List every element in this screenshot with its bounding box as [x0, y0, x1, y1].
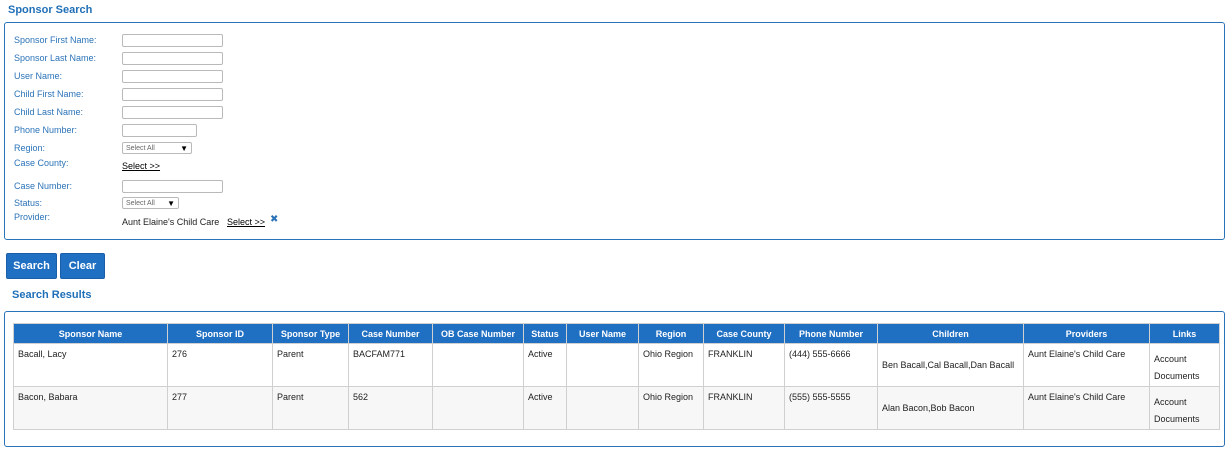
region-label: Region:	[14, 143, 46, 153]
status-selected-value: Select All	[126, 199, 155, 207]
cell-phone-number: (444) 555-6666	[784, 343, 878, 387]
cell-ob-case-number	[432, 386, 524, 430]
cell-ob-case-number	[432, 343, 524, 387]
results-panel: Sponsor Name Sponsor ID Sponsor Type Cas…	[4, 311, 1225, 447]
column-header-case-county[interactable]: Case County	[703, 323, 785, 344]
chevron-down-icon: ▼	[180, 144, 188, 153]
cell-phone-number: (555) 555-5555	[784, 386, 878, 430]
cell-status: Active	[523, 343, 567, 387]
table-row[interactable]: Bacall, Lacy 276 Parent BACFAM771 Active…	[13, 343, 1220, 387]
cell-case-number: BACFAM771	[348, 343, 433, 387]
region-select[interactable]: Select All ▼	[122, 142, 192, 154]
table-row[interactable]: Bacon, Babara 277 Parent 562 Active Ohio…	[13, 386, 1220, 430]
search-panel: Sponsor First Name: Sponsor Last Name: U…	[4, 22, 1225, 240]
provider-value: Aunt Elaine's Child Care	[122, 217, 220, 227]
sponsor-first-name-input[interactable]	[122, 33, 223, 47]
cell-links: Account Documents	[1149, 343, 1220, 387]
cell-region: Ohio Region	[638, 343, 704, 387]
column-header-sponsor-name[interactable]: Sponsor Name	[13, 323, 168, 344]
column-header-sponsor-id[interactable]: Sponsor ID	[167, 323, 273, 344]
cell-sponsor-name: Bacall, Lacy	[13, 343, 168, 387]
cell-providers: Aunt Elaine's Child Care	[1023, 343, 1150, 387]
status-label: Status:	[14, 198, 43, 208]
documents-link[interactable]: Documents	[1154, 368, 1215, 385]
chevron-down-icon: ▼	[167, 199, 175, 208]
column-header-children[interactable]: Children	[877, 323, 1024, 344]
account-link[interactable]: Account	[1154, 351, 1215, 368]
cell-sponsor-id: 276	[167, 343, 273, 387]
column-header-status[interactable]: Status	[523, 323, 567, 344]
results-section-title: Search Results	[12, 289, 92, 301]
cell-sponsor-type: Parent	[272, 343, 349, 387]
search-button[interactable]: Search	[6, 253, 57, 279]
phone-number-label: Phone Number:	[14, 125, 78, 135]
cell-region: Ohio Region	[638, 386, 704, 430]
cell-case-county: FRANKLIN	[703, 386, 785, 430]
cell-children: Ben Bacall,Cal Bacall,Dan Bacall	[877, 343, 1024, 387]
child-last-name-label: Child Last Name:	[14, 107, 84, 117]
provider-label: Provider:	[14, 212, 51, 222]
close-x-icon[interactable]: ✖	[270, 214, 278, 225]
cell-links: Account Documents	[1149, 386, 1220, 430]
case-county-select-link[interactable]: Select >>	[122, 161, 160, 171]
column-header-links[interactable]: Links	[1149, 323, 1220, 344]
search-section-title: Sponsor Search	[8, 4, 93, 16]
user-name-input[interactable]	[122, 69, 223, 83]
child-first-name-label: Child First Name:	[14, 89, 84, 99]
account-link[interactable]: Account	[1154, 394, 1215, 411]
sponsor-first-name-label: Sponsor First Name:	[14, 35, 97, 45]
cell-sponsor-id: 277	[167, 386, 273, 430]
cell-sponsor-name: Bacon, Babara	[13, 386, 168, 430]
case-county-label: Case County:	[14, 158, 69, 168]
results-table: Sponsor Name Sponsor ID Sponsor Type Cas…	[13, 323, 1220, 430]
cell-case-county: FRANKLIN	[703, 343, 785, 387]
case-number-input[interactable]	[122, 179, 223, 193]
case-number-label: Case Number:	[14, 181, 73, 191]
column-header-providers[interactable]: Providers	[1023, 323, 1150, 344]
cell-providers: Aunt Elaine's Child Care	[1023, 386, 1150, 430]
child-last-name-input[interactable]	[122, 105, 223, 119]
cell-user-name	[566, 343, 639, 387]
sponsor-last-name-label: Sponsor Last Name:	[14, 53, 97, 63]
column-header-user-name[interactable]: User Name	[566, 323, 639, 344]
clear-button[interactable]: Clear	[60, 253, 105, 279]
column-header-case-number[interactable]: Case Number	[348, 323, 433, 344]
cell-sponsor-type: Parent	[272, 386, 349, 430]
user-name-label: User Name:	[14, 71, 63, 81]
status-select[interactable]: Select All ▼	[122, 197, 179, 209]
documents-link[interactable]: Documents	[1154, 411, 1215, 428]
column-header-sponsor-type[interactable]: Sponsor Type	[272, 323, 349, 344]
table-header-row: Sponsor Name Sponsor ID Sponsor Type Cas…	[13, 323, 1220, 344]
cell-status: Active	[523, 386, 567, 430]
region-selected-value: Select All	[126, 144, 155, 152]
cell-case-number: 562	[348, 386, 433, 430]
column-header-phone-number[interactable]: Phone Number	[784, 323, 878, 344]
column-header-region[interactable]: Region	[638, 323, 704, 344]
sponsor-last-name-input[interactable]	[122, 51, 223, 65]
cell-children: Alan Bacon,Bob Bacon	[877, 386, 1024, 430]
child-first-name-input[interactable]	[122, 87, 223, 101]
column-header-ob-case-number[interactable]: OB Case Number	[432, 323, 524, 344]
provider-select-link[interactable]: Select >>	[227, 217, 265, 227]
phone-number-input[interactable]	[122, 123, 197, 137]
cell-user-name	[566, 386, 639, 430]
